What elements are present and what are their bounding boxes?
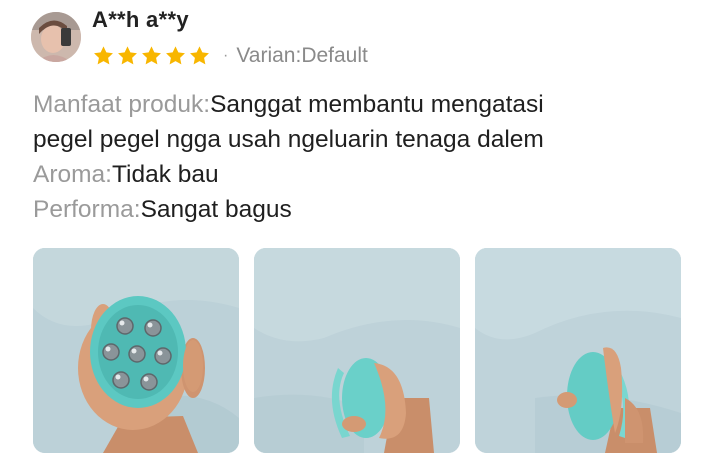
field-benefit-continued: pegel pegel ngga usah ngeluarin tenaga d… (33, 122, 703, 157)
review-photos (33, 248, 681, 453)
reviewer-name: A**h a**y (92, 7, 189, 32)
review-card: A**h a**y · Varian: Default Manfaat prod… (0, 0, 720, 474)
field-key: Aroma: (33, 161, 112, 188)
star-rating (92, 45, 211, 67)
star-icon (142, 46, 161, 65)
massager-front-photo (33, 248, 239, 453)
massager-side-photo (475, 248, 681, 453)
reviewer-avatar[interactable] (31, 12, 81, 62)
field-value: pegel pegel ngga usah ngeluarin tenaga d… (33, 126, 544, 153)
review-photo-3[interactable] (475, 248, 681, 453)
field-aroma: Aroma:Tidak bau (33, 157, 703, 192)
separator-dot: · (223, 47, 229, 64)
field-key: Performa: (33, 196, 141, 223)
star-icon (118, 46, 137, 65)
field-value: Sanggat membantu mengatasi (210, 91, 544, 118)
star-icon (166, 46, 185, 65)
field-value: Sangat bagus (140, 196, 292, 223)
star-icon (190, 46, 209, 65)
variant-label: Varian: (236, 44, 302, 67)
review-photo-2[interactable] (254, 248, 460, 453)
star-icon (94, 46, 113, 65)
massager-side-photo (254, 248, 460, 453)
review-photo-1[interactable] (33, 248, 239, 453)
rating-row: · Varian: Default (92, 42, 368, 70)
field-key: Manfaat produk: (33, 91, 211, 118)
variant-value: Default (301, 44, 368, 67)
review-body: Manfaat produk:Sanggat membantu mengatas… (33, 87, 703, 227)
field-benefit: Manfaat produk:Sanggat membantu mengatas… (33, 87, 703, 122)
field-value: Tidak bau (111, 161, 219, 188)
field-performance: Performa:Sangat bagus (33, 192, 703, 227)
